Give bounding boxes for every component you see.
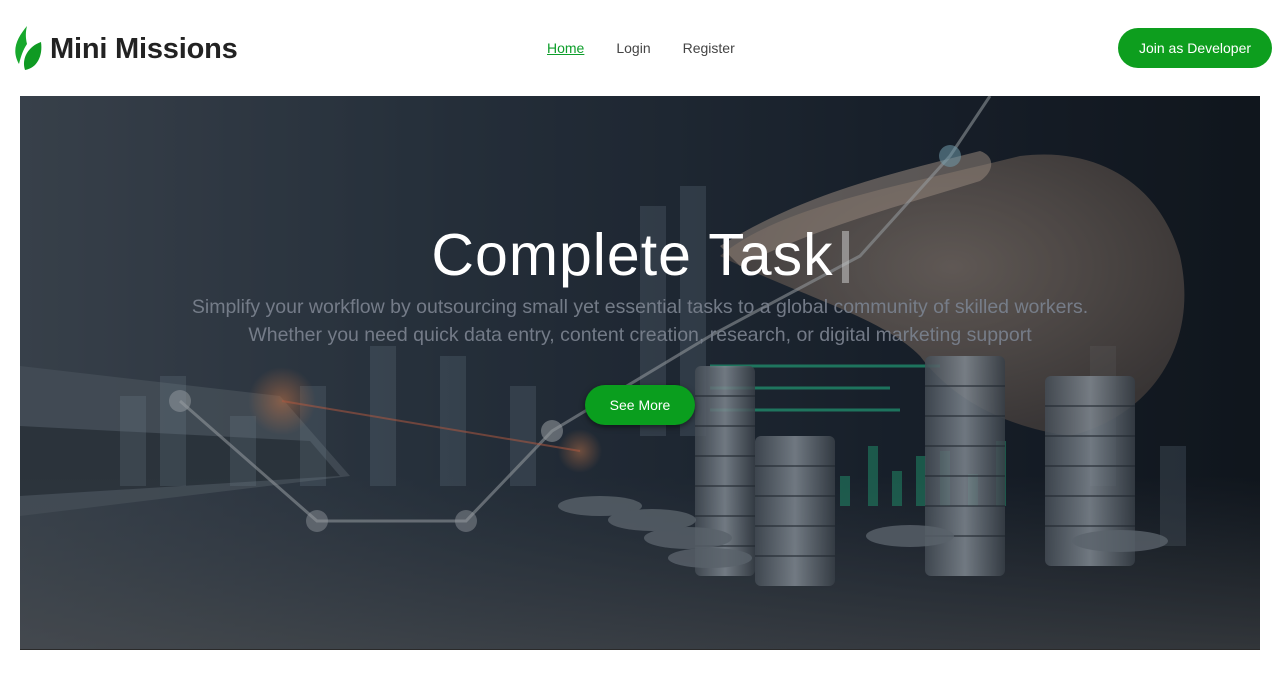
hero-section: Complete Task Simplify your workflow by …	[20, 96, 1260, 650]
nav-home-link[interactable]: Home	[531, 38, 600, 58]
nav-register-link[interactable]: Register	[667, 38, 751, 58]
hero-subtitle: Simplify your workflow by outsourcing sm…	[191, 296, 1089, 346]
brand-name: Mini Missions	[50, 32, 238, 65]
typing-caret	[841, 231, 849, 283]
see-more-button[interactable]: See More	[585, 385, 695, 425]
site-header: Mini Missions Home Login Register Join a…	[0, 0, 1280, 96]
hero-background-image	[20, 96, 1260, 649]
leaf-icon	[15, 26, 42, 70]
nav-login-link[interactable]: Login	[600, 38, 666, 58]
main-nav: Home Login Register	[531, 38, 751, 58]
join-as-developer-button[interactable]: Join as Developer	[1118, 28, 1272, 68]
logo[interactable]: Mini Missions	[13, 26, 238, 72]
hero-title: Complete Task	[20, 221, 1260, 289]
